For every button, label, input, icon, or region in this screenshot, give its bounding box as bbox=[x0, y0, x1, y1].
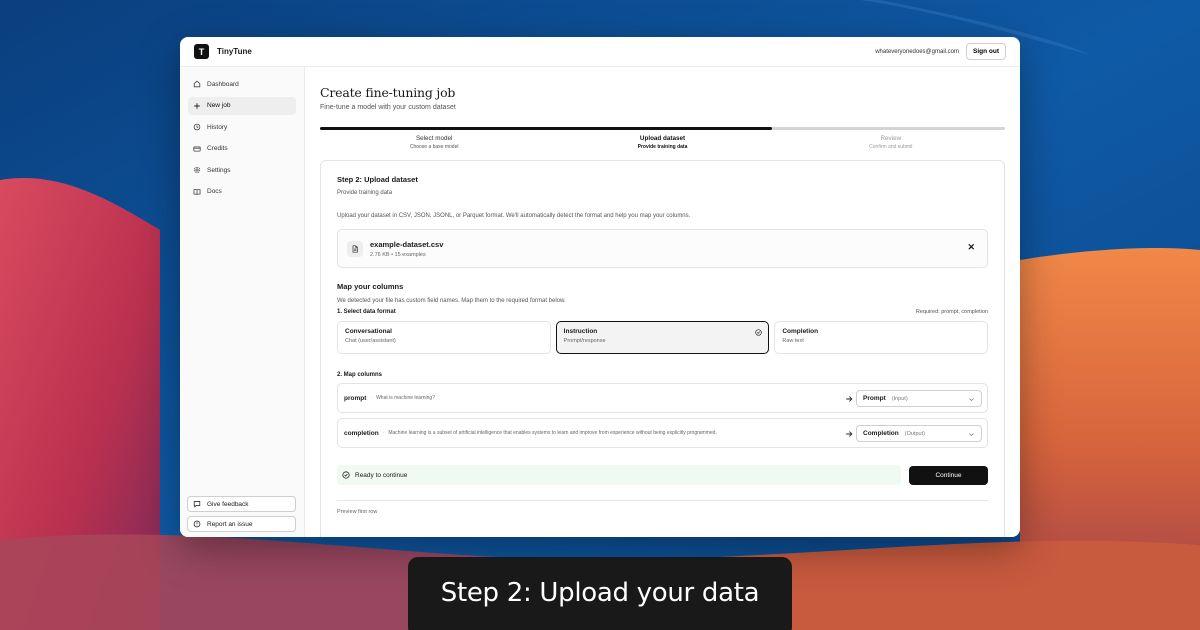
divider bbox=[337, 500, 988, 501]
card-subtitle: Provide training data bbox=[337, 190, 393, 196]
step-review[interactable]: Review Confirm and submit bbox=[777, 135, 1005, 150]
step-subtitle: Choose a base model bbox=[409, 144, 459, 150]
app-window: T TinyTune whateveryonedoes@gmail.com Si… bbox=[180, 37, 1020, 537]
card-title: Step 2: Upload dataset bbox=[337, 175, 418, 184]
arrow-right-icon bbox=[846, 396, 853, 402]
plus-icon bbox=[194, 102, 200, 109]
give-feedback-label: Give feedback bbox=[207, 500, 249, 508]
sidebar-item-new-job[interactable]: New job bbox=[188, 96, 296, 115]
app-logo: T bbox=[194, 44, 209, 59]
separator-dot: · bbox=[370, 395, 373, 401]
column-field-name: prompt bbox=[344, 394, 367, 402]
format-options: Conversational Chat (user/assistant) Ins… bbox=[337, 321, 989, 354]
step-title: Review bbox=[880, 135, 902, 142]
app-name: TinyTune bbox=[217, 47, 252, 56]
format-desc: Prompt/response bbox=[563, 338, 606, 344]
file-icon bbox=[347, 240, 363, 257]
chevron-down-icon bbox=[969, 433, 974, 437]
caption-text: Step 2: Upload your data bbox=[440, 578, 760, 608]
format-name: Conversational bbox=[345, 328, 392, 335]
select-value: Prompt bbox=[863, 395, 886, 402]
ready-status: Ready to continue bbox=[337, 465, 901, 485]
map-columns-description: We detected your file has custom field n… bbox=[337, 298, 566, 304]
ready-label: Ready to continue bbox=[355, 471, 408, 479]
sidebar-item-history[interactable]: History bbox=[188, 118, 296, 136]
stepper-track bbox=[320, 127, 1005, 130]
sidebar-item-label: Dashboard bbox=[207, 80, 239, 88]
upload-dataset-card: Step 2: Upload dataset Provide training … bbox=[320, 160, 1005, 537]
give-feedback-button[interactable]: Give feedback bbox=[187, 496, 296, 512]
step-upload-dataset[interactable]: Upload dataset Provide training data bbox=[548, 135, 776, 150]
book-icon bbox=[193, 188, 201, 195]
sidebar-nav: Dashboard New job History Credits Settin… bbox=[180, 67, 304, 209]
message-icon bbox=[193, 501, 201, 508]
step-subtitle: Confirm and submit bbox=[869, 144, 913, 150]
preview-first-row-label[interactable]: Preview first row bbox=[337, 509, 988, 515]
format-name: Completion bbox=[782, 328, 819, 335]
home-icon bbox=[193, 80, 201, 88]
column-target-select[interactable]: Completion (Output) bbox=[856, 425, 982, 442]
separator-dot: · bbox=[382, 430, 385, 436]
sidebar-item-label: New job bbox=[207, 102, 231, 109]
map-columns-title: Map your columns bbox=[337, 282, 404, 291]
step-subtitle: Provide training data bbox=[637, 144, 688, 150]
format-name: Instruction bbox=[563, 328, 598, 335]
check-circle-icon bbox=[342, 471, 350, 479]
brand[interactable]: T TinyTune bbox=[194, 44, 252, 59]
map-columns-heading: 2. Map columns bbox=[337, 372, 383, 378]
stepper-progress-fill bbox=[320, 127, 773, 130]
sidebar-item-dashboard[interactable]: Dashboard bbox=[188, 75, 296, 93]
format-option-instruction[interactable]: Instruction Prompt/response bbox=[555, 321, 770, 354]
report-issue-label: Report an issue bbox=[207, 520, 253, 528]
caption-banner: Step 2: Upload your data bbox=[408, 557, 792, 630]
format-desc: Raw text bbox=[782, 338, 804, 344]
format-option-conversational[interactable]: Conversational Chat (user/assistant) bbox=[337, 321, 551, 354]
column-sample-value: Machine learning is a subset of artifici… bbox=[388, 430, 717, 436]
format-heading: 1. Select data format bbox=[337, 309, 396, 315]
sidebar-item-label: Docs bbox=[207, 188, 222, 195]
sidebar: Dashboard New job History Credits Settin… bbox=[180, 67, 305, 537]
step-title: Upload dataset bbox=[639, 135, 686, 142]
gear-icon bbox=[193, 166, 201, 174]
column-sample-value: What is machine learning? bbox=[376, 395, 435, 401]
remove-file-icon[interactable]: ✕ bbox=[967, 243, 975, 252]
sidebar-item-docs[interactable]: Docs bbox=[188, 183, 296, 201]
select-hint: (Input) bbox=[891, 395, 908, 402]
uploaded-file: example-dataset.csv 2.76 KB • 15 example… bbox=[337, 229, 988, 268]
check-circle-icon bbox=[755, 329, 762, 336]
column-map-row: prompt · What is machine learning? Promp… bbox=[337, 383, 988, 413]
sidebar-item-label: History bbox=[207, 123, 228, 131]
top-bar: T TinyTune whateveryonedoes@gmail.com Si… bbox=[180, 37, 1020, 67]
select-value: Completion bbox=[863, 430, 899, 437]
step-title: Select model bbox=[415, 135, 453, 142]
file-meta: 2.76 KB • 15 examples bbox=[370, 251, 426, 258]
select-hint: (Output) bbox=[904, 430, 925, 437]
file-name: example-dataset.csv bbox=[370, 239, 444, 249]
sidebar-item-label: Credits bbox=[207, 145, 228, 152]
chevron-down-icon bbox=[969, 398, 974, 402]
history-icon bbox=[193, 123, 201, 131]
sign-out-button[interactable]: Sign out bbox=[966, 43, 1006, 60]
step-select-model[interactable]: Select model Choose a base model bbox=[320, 135, 548, 150]
report-issue-button[interactable]: Report an issue bbox=[187, 516, 296, 532]
main-content: Create fine-tuning job Fine-tune a model… bbox=[320, 67, 1005, 537]
continue-button[interactable]: Continue bbox=[909, 465, 988, 485]
credit-card-icon bbox=[193, 145, 201, 152]
alert-circle-icon bbox=[193, 520, 201, 528]
page-subtitle: Fine-tune a model with your custom datas… bbox=[320, 104, 456, 111]
column-map-row: completion · Machine learning is a subse… bbox=[337, 418, 988, 448]
arrow-right-icon bbox=[846, 431, 853, 437]
sidebar-item-credits[interactable]: Credits bbox=[188, 140, 296, 158]
sidebar-item-label: Settings bbox=[207, 166, 231, 174]
required-note: Required: prompt, completion bbox=[915, 309, 988, 315]
column-field-name: completion bbox=[344, 429, 379, 437]
page-title: Create fine-tuning job bbox=[320, 85, 456, 100]
column-target-select[interactable]: Prompt (Input) bbox=[856, 390, 982, 407]
user-email: whateveryonedoes@gmail.com bbox=[875, 48, 959, 55]
format-desc: Chat (user/assistant) bbox=[345, 338, 396, 344]
format-option-completion[interactable]: Completion Raw text bbox=[774, 321, 989, 354]
upload-description: Upload your dataset in CSV, JSON, JSONL,… bbox=[337, 213, 691, 219]
progress-stepper: Select model Choose a base model Upload … bbox=[320, 127, 1005, 152]
sidebar-item-settings[interactable]: Settings bbox=[188, 161, 296, 179]
